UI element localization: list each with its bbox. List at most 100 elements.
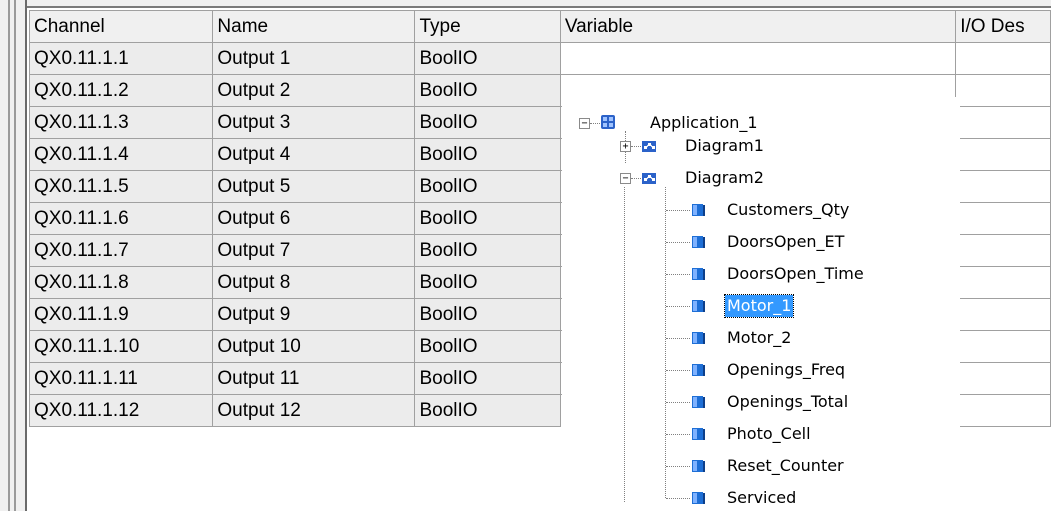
variable-icon bbox=[692, 268, 705, 280]
io-description-cell[interactable] bbox=[955, 362, 1051, 395]
variable-icon bbox=[692, 236, 705, 248]
name-cell[interactable]: Output 8 bbox=[212, 266, 416, 299]
name-cell[interactable]: Output 6 bbox=[212, 202, 416, 235]
io-description-cell[interactable] bbox=[955, 330, 1051, 363]
expand-toggle[interactable]: + bbox=[620, 141, 631, 152]
type-cell[interactable]: BoolIO bbox=[414, 202, 561, 235]
name-cell[interactable]: Output 5 bbox=[212, 170, 416, 203]
tree-connector-line bbox=[624, 187, 625, 502]
tree-connector-line bbox=[666, 210, 690, 211]
io-description-cell[interactable] bbox=[955, 202, 1051, 235]
channel-cell[interactable]: QX0.11.1.9 bbox=[28, 298, 214, 331]
tree-connector-line bbox=[666, 338, 690, 339]
tree-connector-line bbox=[665, 187, 666, 498]
io-description-cell[interactable] bbox=[955, 42, 1051, 75]
name-cell[interactable]: Output 12 bbox=[212, 394, 416, 427]
variable-icon bbox=[692, 396, 705, 408]
io-description-cell[interactable] bbox=[955, 298, 1051, 331]
name-cell[interactable]: Output 2 bbox=[212, 74, 416, 107]
tree-node-label: Diagram1 bbox=[685, 136, 764, 155]
tree-connector-line bbox=[666, 274, 690, 275]
variable-icon bbox=[692, 460, 705, 472]
tree-node-label: Diagram2 bbox=[685, 168, 764, 187]
io-description-cell[interactable] bbox=[955, 138, 1051, 171]
tree-connector-line bbox=[666, 466, 690, 467]
collapse-toggle[interactable]: − bbox=[579, 118, 590, 129]
variable-icon bbox=[692, 428, 705, 440]
io-description-cell[interactable] bbox=[955, 266, 1051, 299]
header-row: Channel Name Type Variable I/O Des bbox=[28, 10, 1051, 43]
tree-connector-line bbox=[631, 178, 641, 179]
channel-cell[interactable]: QX0.11.1.2 bbox=[28, 74, 214, 107]
collapse-toggle[interactable]: − bbox=[620, 173, 631, 184]
name-cell[interactable]: Output 4 bbox=[212, 138, 416, 171]
type-cell[interactable]: BoolIO bbox=[414, 362, 561, 395]
tree-node-label: Motor_2 bbox=[727, 328, 792, 347]
tree-node-label: Photo_Cell bbox=[727, 424, 811, 443]
tree-node-label: Openings_Total bbox=[727, 392, 849, 411]
tree-node-label: Reset_Counter bbox=[727, 456, 844, 475]
column-header-io-description[interactable]: I/O Des bbox=[955, 10, 1051, 43]
channel-cell[interactable]: QX0.11.1.10 bbox=[28, 330, 214, 363]
name-cell[interactable]: Output 3 bbox=[212, 106, 416, 139]
tree-node-label: DoorsOpen_Time bbox=[727, 264, 864, 283]
name-cell[interactable]: Output 7 bbox=[212, 234, 416, 267]
type-cell[interactable]: BoolIO bbox=[414, 138, 561, 171]
type-cell[interactable]: BoolIO bbox=[414, 42, 561, 75]
channel-cell[interactable]: QX0.11.1.12 bbox=[28, 394, 214, 427]
io-description-cell[interactable] bbox=[955, 170, 1051, 203]
type-cell[interactable]: BoolIO bbox=[414, 330, 561, 363]
channel-cell[interactable]: QX0.11.1.8 bbox=[28, 266, 214, 299]
type-cell[interactable]: BoolIO bbox=[414, 74, 561, 107]
table-row[interactable]: QX0.11.1.1 Output 1 BoolIO bbox=[28, 42, 1051, 75]
tree-connector-line bbox=[666, 434, 690, 435]
tree-node-label: Application_1 bbox=[650, 113, 758, 132]
column-header-type[interactable]: Type bbox=[414, 10, 561, 43]
tree-connector-line bbox=[590, 123, 600, 124]
variable-tree-dropdown[interactable]: − Application_1 + Diagram1 − Diagram2 Customer… bbox=[562, 97, 960, 511]
name-cell[interactable]: Output 9 bbox=[212, 298, 416, 331]
column-header-channel[interactable]: Channel bbox=[28, 10, 214, 43]
type-cell[interactable]: BoolIO bbox=[414, 170, 561, 203]
type-cell[interactable]: BoolIO bbox=[414, 394, 561, 427]
channel-cell[interactable]: QX0.11.1.7 bbox=[28, 234, 214, 267]
name-cell[interactable]: Output 10 bbox=[212, 330, 416, 363]
column-header-variable[interactable]: Variable bbox=[559, 10, 957, 43]
io-description-cell[interactable] bbox=[955, 106, 1051, 139]
application-icon bbox=[601, 115, 615, 129]
io-description-cell[interactable] bbox=[955, 74, 1051, 107]
tree-node-label: Openings_Freq bbox=[727, 360, 846, 379]
left-gutter bbox=[0, 0, 27, 511]
type-cell[interactable]: BoolIO bbox=[414, 298, 561, 331]
name-cell[interactable]: Output 1 bbox=[212, 42, 416, 75]
channel-cell[interactable]: QX0.11.1.3 bbox=[28, 106, 214, 139]
type-cell[interactable]: BoolIO bbox=[414, 234, 561, 267]
variable-icon bbox=[692, 332, 705, 344]
variable-icon bbox=[692, 300, 705, 312]
tree-connector-line bbox=[666, 242, 690, 243]
variable-icon bbox=[692, 492, 705, 504]
variable-icon bbox=[692, 204, 705, 216]
io-description-cell[interactable] bbox=[955, 234, 1051, 267]
tree-node-label: Serviced bbox=[727, 488, 797, 507]
tree-node-label: Customers_Qty bbox=[727, 200, 850, 219]
diagram-icon bbox=[642, 173, 656, 184]
tree-connector-line bbox=[666, 306, 690, 307]
tree-connector-line bbox=[666, 402, 690, 403]
channel-cell[interactable]: QX0.11.1.4 bbox=[28, 138, 214, 171]
tree-connector-line bbox=[666, 498, 690, 499]
diagram-icon bbox=[642, 141, 656, 152]
variable-cell[interactable] bbox=[559, 42, 957, 75]
type-cell[interactable]: BoolIO bbox=[414, 266, 561, 299]
channel-cell[interactable]: QX0.11.1.6 bbox=[28, 202, 214, 235]
name-cell[interactable]: Output 11 bbox=[212, 362, 416, 395]
column-header-name[interactable]: Name bbox=[212, 10, 416, 43]
channel-cell[interactable]: QX0.11.1.11 bbox=[28, 362, 214, 395]
io-description-cell[interactable] bbox=[955, 394, 1051, 427]
channel-cell[interactable]: QX0.11.1.5 bbox=[28, 170, 214, 203]
top-border bbox=[0, 0, 1051, 8]
tree-node-label: DoorsOpen_ET bbox=[727, 232, 845, 251]
channel-cell[interactable]: QX0.11.1.1 bbox=[28, 42, 214, 75]
type-cell[interactable]: BoolIO bbox=[414, 106, 561, 139]
tree-connector-line bbox=[666, 370, 690, 371]
